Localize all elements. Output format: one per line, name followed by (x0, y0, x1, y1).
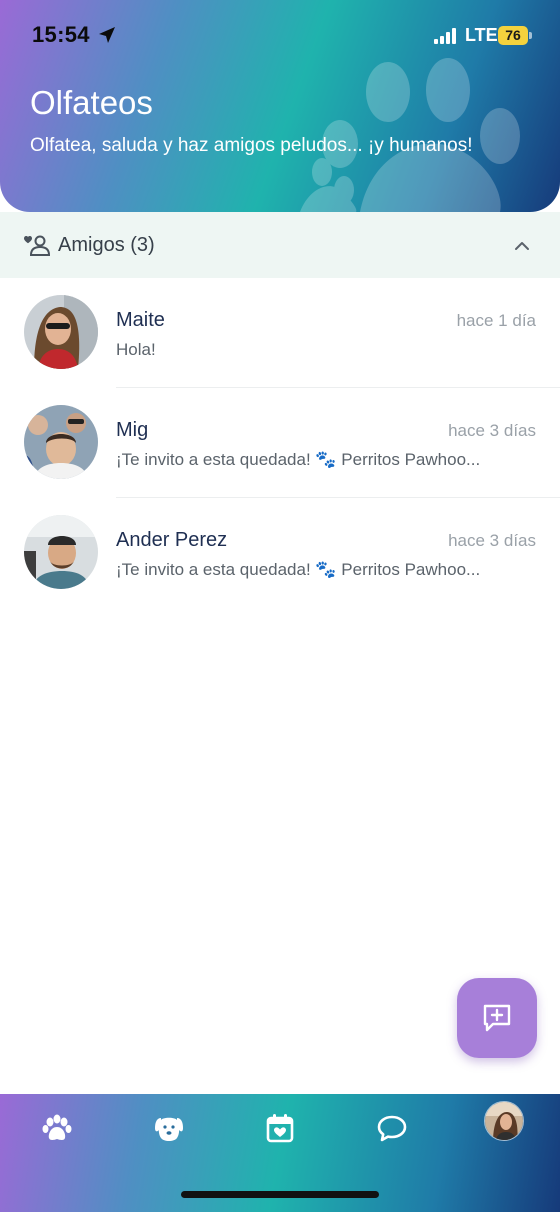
avatar (24, 405, 98, 479)
profile-avatar[interactable] (484, 1101, 524, 1141)
chevron-up-icon[interactable] (512, 236, 532, 256)
dog-icon (155, 1117, 183, 1141)
chat-time: hace 1 día (456, 311, 536, 330)
battery-indicator: 76 (498, 26, 528, 45)
chat-name: Ander Perez (116, 529, 228, 551)
calendar-heart-icon (266, 1114, 294, 1143)
nav-item-dogs[interactable] (141, 1102, 197, 1154)
friends-section-header[interactable]: Amigos (3) (0, 212, 560, 278)
status-bar: 15:54 LTE 76 (0, 0, 560, 72)
friends-section-title: Amigos (3) (58, 234, 155, 256)
page-subtitle: Olfatea, saluda y haz amigos peludos... … (30, 135, 473, 156)
page-title: Olfateos (30, 84, 153, 121)
status-time: 15:54 (32, 22, 90, 47)
battery-tip (529, 32, 532, 39)
chat-name: Maite (116, 309, 165, 331)
avatar (24, 295, 98, 369)
nav-item-chats[interactable] (364, 1102, 420, 1154)
avatar (24, 515, 98, 589)
chat-bubble-icon (377, 1115, 407, 1142)
nav-item-paw[interactable] (29, 1102, 85, 1154)
chat-list: Maite hace 1 día Hola! Mig hace 3 días ¡… (0, 278, 560, 608)
signal-icon (434, 28, 456, 44)
home-indicator (181, 1191, 379, 1198)
chat-last-message: ¡Te invito a esta quedada! 🐾 Perritos Pa… (116, 560, 481, 579)
location-arrow-icon (99, 27, 115, 43)
network-label: LTE (465, 25, 498, 45)
chat-last-message: ¡Te invito a esta quedada! 🐾 Perritos Pa… (116, 450, 481, 469)
chat-last-message: Hola! (116, 340, 156, 359)
chat-name: Mig (116, 419, 149, 441)
chat-list-item[interactable]: Mig hace 3 días ¡Te invito a esta quedad… (0, 388, 560, 498)
nav-item-events[interactable] (252, 1102, 308, 1154)
chat-list-item[interactable]: Ander Perez hace 3 días ¡Te invito a est… (0, 498, 560, 608)
chat-time: hace 3 días (448, 531, 536, 550)
chat-time: hace 3 días (448, 421, 536, 440)
new-message-icon (483, 1004, 511, 1032)
new-message-button[interactable] (457, 978, 537, 1058)
chat-list-item[interactable]: Maite hace 1 día Hola! (0, 278, 560, 388)
friends-heart-icon (24, 235, 50, 256)
app-header: 15:54 LTE 76 Olfateos Olfatea, saluda y … (0, 0, 560, 212)
paw-icon (42, 1114, 72, 1140)
